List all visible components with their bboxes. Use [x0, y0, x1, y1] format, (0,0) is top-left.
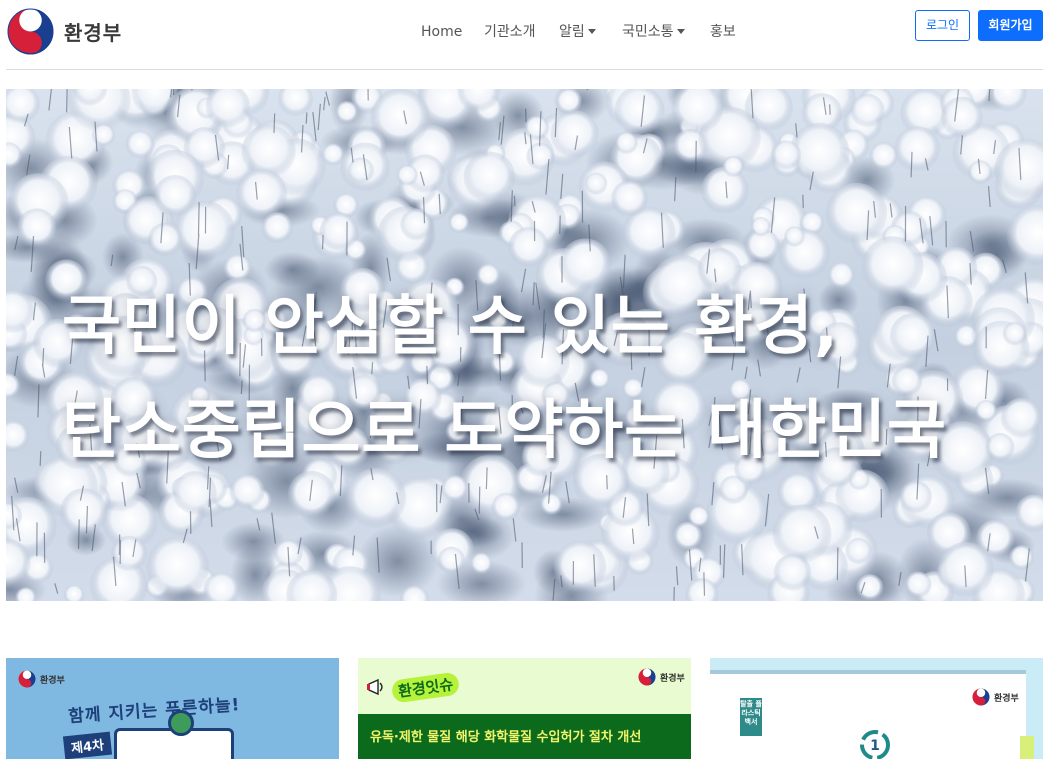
issue-badge: 환경잇슈: [366, 670, 461, 704]
card-logo-text: 환경부: [660, 673, 685, 684]
circle-number: 1: [870, 738, 880, 754]
card-ribbon: 제4차: [62, 731, 113, 759]
chevron-down-icon: [587, 29, 596, 34]
promo-card-clean-air[interactable]: 환경부 함께 지키는 푸른하늘! 제4차: [6, 658, 339, 759]
hero-headline-line-2: 탄소중립으로 도약하는 대한민국: [62, 394, 947, 468]
hero-headline-line-1: 국민이 안심할 수 있는 환경,: [62, 290, 840, 364]
whitepaper-book: 탈출 플라스틱 백서: [740, 698, 762, 736]
card-title-bar: 유독·제한 물질 해당 화학물질 수입허가 절차 개선: [358, 714, 691, 759]
card-ministry-logo: 환경부: [638, 668, 685, 686]
nav-notice-label: 알림: [559, 24, 585, 40]
promo-card-plastic-whitepaper[interactable]: 탈출 플라스틱 백서 환경부 1: [710, 658, 1043, 759]
main-nav: Home 기관소개 알림 국민소통 홍보: [0, 22, 1061, 44]
nav-about[interactable]: 기관소개: [484, 22, 536, 42]
nav-communication[interactable]: 국민소통: [622, 22, 685, 42]
chevron-down-icon: [676, 29, 685, 34]
taegeuk-small-icon: [972, 688, 990, 706]
site-header: 환경부 Home 기관소개 알림 국민소통 홍보 로그인 회원가입: [0, 0, 1061, 70]
signup-button[interactable]: 회원가입: [978, 10, 1043, 41]
card-logo-text: 환경부: [994, 693, 1019, 704]
recycle-icon: 1: [860, 730, 890, 759]
card-title: 유독·제한 물질 해당 화학물질 수입허가 절차 개선: [370, 730, 642, 745]
nav-home[interactable]: Home: [421, 22, 462, 42]
header-divider: [6, 69, 1043, 70]
promo-card-env-issue[interactable]: 환경잇슈 환경부 유독·제한 물질 해당 화학물질 수입허가 절차 개선: [358, 658, 691, 759]
nav-communication-label: 국민소통: [622, 24, 674, 40]
card-panel: 탈출 플라스틱 백서 환경부 1: [710, 670, 1026, 759]
issue-badge-label: 환경잇슈: [390, 670, 461, 704]
taegeuk-small-icon: [638, 668, 656, 686]
megaphone-icon: [367, 678, 383, 696]
taegeuk-small-icon: [18, 670, 36, 688]
earth-globe-icon: [168, 710, 194, 736]
card-ministry-logo: 환경부: [18, 670, 65, 688]
nav-notice[interactable]: 알림: [559, 22, 596, 42]
card-logo-text: 환경부: [40, 675, 65, 686]
card-ministry-logo: 환경부: [972, 688, 1019, 706]
decorative-strip: [1020, 736, 1034, 759]
login-button[interactable]: 로그인: [915, 10, 970, 41]
hero-banner: 국민이 안심할 수 있는 환경, 탄소중립으로 도약하는 대한민국: [6, 89, 1043, 601]
nav-pr[interactable]: 홍보: [710, 22, 736, 42]
card-headline: 함께 지키는 푸른하늘!: [67, 695, 242, 727]
